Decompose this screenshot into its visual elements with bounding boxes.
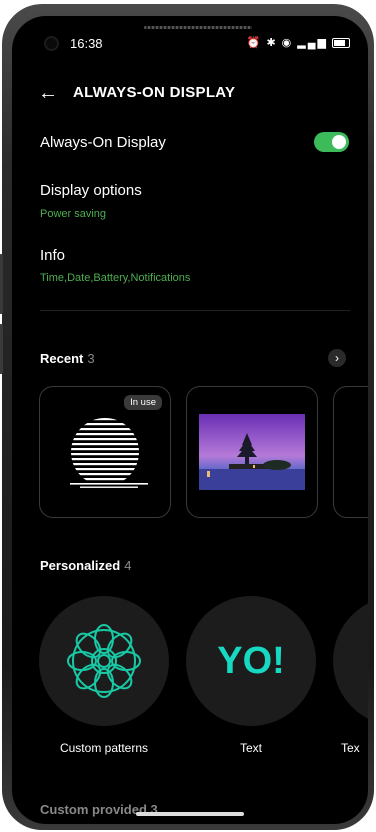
- display-options-label: Display options: [40, 182, 142, 199]
- recent-card-partial[interactable]: [333, 386, 368, 518]
- recent-more-button[interactable]: ›: [328, 349, 346, 367]
- recent-section-title: Recent 3: [40, 351, 95, 366]
- info-value: Time,Date,Battery,Notifications: [40, 272, 191, 284]
- always-on-display-toggle[interactable]: [314, 132, 349, 152]
- toggle-knob: [332, 135, 346, 149]
- personalized-label: Personalized: [40, 558, 121, 573]
- yo-text-preview: YO!: [217, 640, 285, 682]
- status-time: 16:38: [70, 36, 103, 51]
- text-label-partial: Tex: [341, 741, 360, 755]
- mandala-icon: [67, 624, 141, 698]
- status-icons: ⏰ ✱ ◉ ▂▄▆: [247, 36, 350, 49]
- alarm-icon: ⏰: [246, 37, 263, 49]
- personalized-count: 4: [124, 558, 132, 573]
- speaker-grill: [144, 26, 252, 29]
- always-on-display-label: Always-On Display: [40, 134, 166, 151]
- home-indicator[interactable]: [136, 812, 244, 816]
- signal-icon: ▂▄▆: [297, 37, 328, 49]
- text-tile-partial[interactable]: [333, 596, 368, 726]
- volume-button: [0, 254, 3, 314]
- display-options-value: Power saving: [40, 208, 107, 220]
- custom-patterns-tile[interactable]: [39, 596, 169, 726]
- text-tile[interactable]: YO!: [186, 596, 316, 726]
- page-title: ALWAYS-ON DISPLAY: [73, 84, 236, 101]
- recent-card-temple-photo[interactable]: [186, 386, 318, 518]
- phone-frame: 16:38 ⏰ ✱ ◉ ▂▄▆ ← ALWAYS-ON DISPLAY Alwa…: [0, 4, 374, 830]
- screen: 16:38 ⏰ ✱ ◉ ▂▄▆ ← ALWAYS-ON DISPLAY Alwa…: [12, 16, 368, 824]
- header: ← ALWAYS-ON DISPLAY: [12, 80, 368, 108]
- back-arrow-icon[interactable]: ←: [38, 82, 58, 105]
- recent-label: Recent: [40, 351, 84, 366]
- status-bar: 16:38 ⏰ ✱ ◉ ▂▄▆: [12, 34, 368, 54]
- info-label: Info: [40, 247, 66, 264]
- text-label: Text: [239, 741, 262, 755]
- in-use-badge: In use: [124, 395, 162, 410]
- temple-photo-image: [199, 414, 305, 490]
- wifi-icon: ◉: [281, 37, 294, 49]
- recent-count: 3: [87, 351, 95, 366]
- bluetooth-icon: ✱: [266, 37, 278, 49]
- battery-icon: [332, 37, 350, 48]
- divider: [40, 310, 350, 311]
- power-button: [0, 324, 3, 374]
- chevron-right-icon: ›: [335, 351, 339, 365]
- personalized-section-title: Personalized 4: [40, 558, 131, 573]
- custom-patterns-label: Custom patterns: [59, 741, 149, 755]
- recent-card-sun-pattern[interactable]: In use: [39, 386, 171, 518]
- camera-icon: [46, 38, 57, 49]
